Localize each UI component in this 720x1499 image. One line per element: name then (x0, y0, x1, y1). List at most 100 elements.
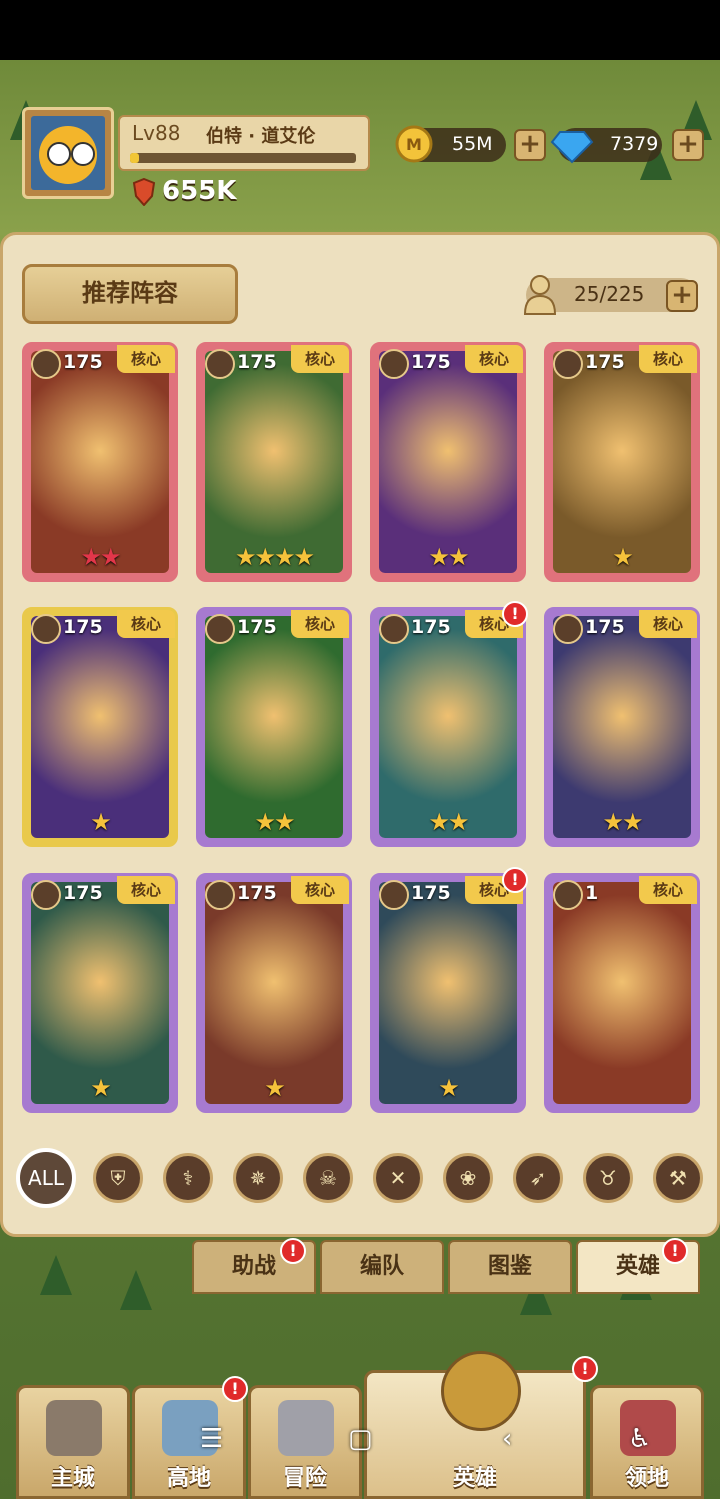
core-badge: 核心 (117, 876, 175, 904)
filter-mage-staff-icon[interactable]: ⚕ (163, 1153, 213, 1203)
nav-adventure[interactable]: 冒险 (248, 1385, 362, 1499)
core-badge: 核心 (639, 610, 697, 638)
hero-level: 175 (585, 616, 625, 638)
hero-class-icon (205, 614, 235, 644)
menu-icon[interactable]: ☰ (200, 1424, 223, 1454)
hero-level: 175 (63, 882, 103, 904)
hero-stars: ★ (90, 1074, 112, 1102)
nav-adventure-label: 冒险 (282, 1466, 327, 1491)
hero-level: 175 (63, 351, 103, 373)
hero-stars: ★★ (254, 808, 295, 836)
filter-beast-paw-icon[interactable]: ❀ (443, 1153, 493, 1203)
add-gold-button[interactable]: + (514, 129, 546, 161)
core-badge: 核心 (117, 345, 175, 373)
tab-heroes-alert-icon: ! (662, 1238, 688, 1264)
tab-support-alert-icon: ! (280, 1238, 306, 1264)
nav-highland-alert-icon: ! (222, 1376, 248, 1402)
hero-card[interactable]: 175 核心 ★★ (22, 342, 178, 582)
hero-portrait (553, 882, 691, 1104)
tab-formation-label: 编队 (359, 1254, 404, 1279)
nav-main-city-label: 主城 (50, 1466, 95, 1491)
expand-hero-slots-button[interactable]: + (666, 280, 698, 312)
hero-card[interactable]: 175 核心 ★★★★ (196, 342, 352, 582)
tab-codex[interactable]: 图鉴 (448, 1240, 572, 1294)
hero-stars: ★★ (602, 808, 643, 836)
hero-portrait (379, 616, 517, 838)
hero-card[interactable]: 1 核心 (544, 873, 700, 1113)
tab-formation[interactable]: 编队 (320, 1240, 444, 1294)
core-badge: 核心 (465, 345, 523, 373)
hero-portrait (31, 882, 169, 1104)
hero-level: 175 (411, 616, 451, 638)
hero-stars: ★ (612, 543, 634, 571)
hero-portrait (205, 616, 343, 838)
filter-archer-bow-icon[interactable]: ➶ (513, 1153, 563, 1203)
hero-class-icon (379, 349, 409, 379)
hero-count: 25/225 (574, 282, 645, 306)
hero-card[interactable]: 175 核心 ★★ (544, 607, 700, 847)
nav-heroes[interactable]: 英雄 (364, 1351, 586, 1499)
filter-assassin-blades-icon[interactable]: ✕ (373, 1153, 423, 1203)
core-badge: 核心 (291, 876, 349, 904)
nav-main-city[interactable]: 主城 (16, 1385, 130, 1499)
filter-tank-shield-icon[interactable]: ⛨ (93, 1153, 143, 1203)
hero-stars: ★ (264, 1074, 286, 1102)
hero-card[interactable]: 175 核心 ★★ (370, 607, 526, 847)
hero-stars: ★★★★ (234, 543, 315, 571)
core-badge: 核心 (639, 345, 697, 373)
player-power: 655K (162, 176, 237, 206)
gold-coin-icon: M (395, 125, 433, 163)
nav-highland-label: 高地 (166, 1466, 211, 1491)
recommend-lineup-button[interactable]: 推荐阵容 (22, 264, 238, 324)
hero-card[interactable]: 175 核心 ★ (544, 342, 700, 582)
filter-hammer-icon[interactable]: ⚒ (653, 1153, 703, 1203)
nav-heroes-alert-icon: ! (572, 1356, 598, 1382)
crossed-swords-icon (278, 1400, 334, 1456)
hero-class-icon (31, 349, 61, 379)
hero-class-icon (31, 614, 61, 644)
tab-support-label: 助战 (231, 1254, 276, 1279)
svg-text:M: M (406, 135, 422, 154)
add-gems-button[interactable]: + (672, 129, 704, 161)
nav-highland[interactable]: 高地 (132, 1385, 246, 1499)
hero-portrait (31, 351, 169, 573)
filter-holy-emblem-icon[interactable]: ✵ (233, 1153, 283, 1203)
home-icon[interactable]: ▢ (348, 1424, 373, 1454)
hero-portrait (205, 351, 343, 573)
filter-warrior-helmet-icon[interactable]: ♉ (583, 1153, 633, 1203)
hero-class-icon (205, 880, 235, 910)
back-icon[interactable]: ‹ (502, 1424, 512, 1454)
hero-level: 175 (237, 616, 277, 638)
core-badge: 核心 (291, 610, 349, 638)
hero-portrait (205, 882, 343, 1104)
xp-bar-fill (130, 153, 140, 163)
core-badge: 核心 (639, 876, 697, 904)
person-icon (523, 275, 557, 315)
nav-heroes-label: 英雄 (452, 1466, 497, 1491)
hero-stars: ★★ (428, 543, 469, 571)
hero-stars: ★★ (428, 808, 469, 836)
filter-skull-icon[interactable]: ☠ (303, 1153, 353, 1203)
hero-level: 175 (411, 351, 451, 373)
accessibility-icon[interactable]: ♿ (628, 1424, 651, 1454)
player-avatar[interactable] (22, 107, 114, 199)
hero-stars: ★★ (80, 543, 121, 571)
hero-card[interactable]: 175 核心 ★ (196, 873, 352, 1113)
hero-class-icon (553, 614, 583, 644)
hero-card[interactable]: 175 核心 ★ (370, 873, 526, 1113)
xp-bar (130, 153, 356, 163)
tab-codex-label: 图鉴 (487, 1254, 532, 1279)
hero-class-icon (205, 349, 235, 379)
hero-alert-icon: ! (502, 601, 528, 627)
hero-card[interactable]: 175 核心 ★ (22, 873, 178, 1113)
filter-all-button[interactable]: ALL (16, 1148, 76, 1208)
gold-value: 55M (452, 133, 493, 155)
hero-portrait (379, 882, 517, 1104)
hero-class-icon (553, 880, 583, 910)
hero-card[interactable]: 175 核心 ★★ (196, 607, 352, 847)
castle-icon (46, 1400, 102, 1456)
hero-card[interactable]: 175 核心 ★★ (370, 342, 526, 582)
player-level: Lv88 (132, 121, 181, 145)
hero-card[interactable]: 175 核心 ★ (22, 607, 178, 847)
core-badge: 核心 (291, 345, 349, 373)
